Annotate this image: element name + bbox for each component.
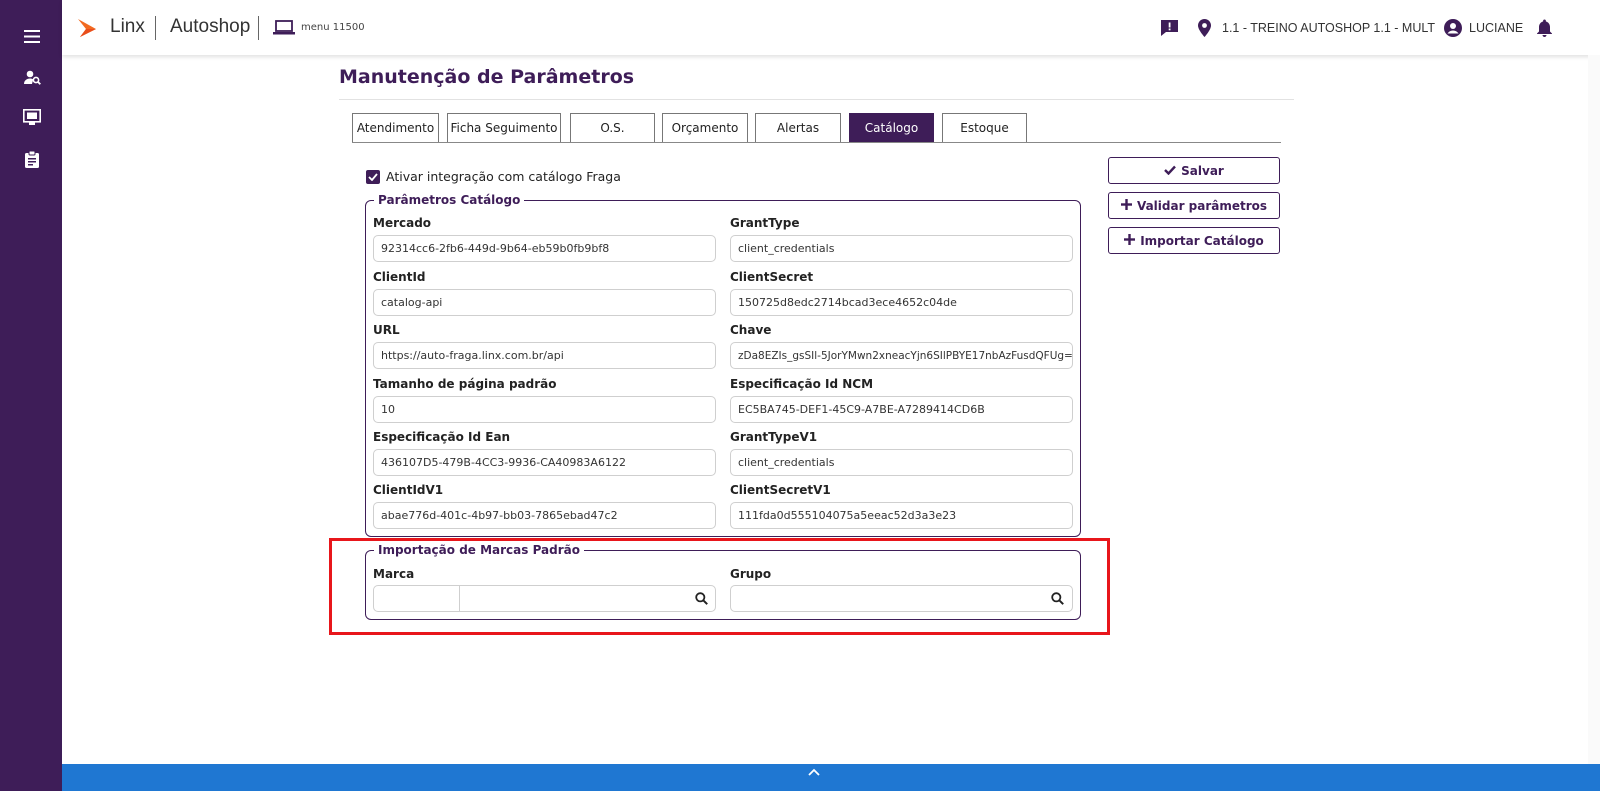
- bell-icon[interactable]: [1537, 0, 1552, 55]
- url-label: URL: [373, 323, 400, 337]
- mercado-input[interactable]: 92314cc6-2fb6-449d-9b64-eb59b0fb9bf8: [373, 235, 716, 262]
- page-size-label: Tamanho de página padrão: [373, 377, 557, 391]
- sidebar: [0, 0, 62, 791]
- clientid-input[interactable]: catalog-api: [373, 289, 716, 316]
- red-highlight-frame: [329, 538, 1110, 635]
- import-catalog-label: Importar Catálogo: [1140, 233, 1264, 248]
- save-button[interactable]: Salvar: [1108, 157, 1280, 184]
- location-selector[interactable]: 1.1 - TREINO AUTOSHOP 1.1 - MULT: [1222, 0, 1435, 55]
- granttypev1-input[interactable]: client_credentials: [730, 449, 1073, 476]
- check-icon: [1164, 163, 1177, 179]
- hamburger-menu-icon[interactable]: [22, 26, 42, 46]
- monitor-icon[interactable]: [22, 107, 42, 127]
- bottom-bar: [62, 764, 1600, 791]
- user-avatar-icon[interactable]: [1444, 0, 1462, 55]
- clientidv1-input[interactable]: abae776d-401c-4b97-bb03-7865ebad47c2: [373, 502, 716, 529]
- vertical-scrollbar[interactable]: [1588, 55, 1600, 765]
- top-bar: Linx Autoshop menu 11500 1.1 - TREINO AU…: [62, 0, 1600, 55]
- granttypev1-label: GrantTypeV1: [730, 430, 818, 444]
- ncm-spec-input[interactable]: EC5BA745-DEF1-45C9-A7BE-A7289414CD6B: [730, 396, 1073, 423]
- params-legend: Parâmetros Catálogo: [378, 193, 521, 207]
- feedback-icon[interactable]: [1160, 0, 1179, 55]
- title-divider: [339, 99, 1294, 100]
- clientsecretv1-input[interactable]: 111fda0d555104075a5eeac52d3a3e23: [730, 502, 1073, 529]
- integration-checkbox-label: Ativar integração com catálogo Fraga: [386, 169, 621, 184]
- validate-parameters-label: Validar parâmetros: [1136, 198, 1268, 213]
- user-name: LUCIANE: [1469, 20, 1524, 35]
- laptop-icon: [273, 20, 295, 39]
- tab-divider: [352, 142, 1281, 143]
- brand-separator: [155, 16, 156, 40]
- plus-icon: [1120, 198, 1132, 214]
- plus-icon: [1124, 233, 1136, 249]
- location-pin-icon: [1198, 0, 1211, 55]
- user-search-icon[interactable]: [22, 67, 42, 87]
- brand-separator: [258, 16, 259, 40]
- save-button-label: Salvar: [1181, 163, 1224, 178]
- integration-checkbox[interactable]: [366, 169, 380, 184]
- page-title: Manutenção de Parâmetros: [339, 66, 635, 88]
- clientidv1-label: ClientIdV1: [373, 483, 444, 497]
- clipboard-icon[interactable]: [22, 149, 42, 169]
- tab-catalogo[interactable]: Catálogo: [849, 113, 934, 143]
- tab-ficha-seguimento[interactable]: Ficha Seguimento: [447, 113, 561, 143]
- granttype-label: GrantType: [730, 216, 800, 230]
- clientid-label: ClientId: [373, 270, 426, 284]
- chevron-up-icon[interactable]: [808, 765, 820, 779]
- chave-label: Chave: [730, 323, 772, 337]
- import-catalog-button[interactable]: Importar Catálogo: [1108, 227, 1280, 254]
- url-input[interactable]: https://auto-fraga.linx.com.br/api: [373, 342, 716, 369]
- validate-parameters-button[interactable]: Validar parâmetros: [1108, 192, 1280, 219]
- ean-spec-input[interactable]: 436107D5-479B-4CC3-9936-CA40983A6122: [373, 449, 716, 476]
- integration-checkbox-row[interactable]: Ativar integração com catálogo Fraga: [366, 169, 621, 184]
- brand-autoshop: Autoshop: [170, 16, 251, 37]
- brand-linx: Linx: [110, 16, 145, 37]
- location-text: 1.1 - TREINO AUTOSHOP 1.1 - MULT: [1222, 20, 1436, 35]
- tab-estoque[interactable]: Estoque: [942, 113, 1027, 143]
- linx-logo-icon: [76, 17, 98, 43]
- clientsecret-label: ClientSecret: [730, 270, 814, 284]
- clientsecret-input[interactable]: 150725d8edc2714bcad3ece4652c04de: [730, 289, 1073, 316]
- menu-code: menu 11500: [301, 22, 365, 33]
- ncm-spec-label: Especificação Id NCM: [730, 377, 874, 391]
- tab-alertas[interactable]: Alertas: [755, 113, 841, 143]
- chave-input[interactable]: zDa8EZIs_gsSIl-5JorYMwn2xneacYjn6SIlPBYE…: [730, 342, 1073, 369]
- ean-spec-label: Especificação Id Ean: [373, 430, 511, 444]
- clientsecretv1-label: ClientSecretV1: [730, 483, 831, 497]
- mercado-label: Mercado: [373, 216, 432, 230]
- page-size-input[interactable]: 10: [373, 396, 716, 423]
- tab-orcamento[interactable]: Orçamento: [662, 113, 748, 143]
- granttype-input[interactable]: client_credentials: [730, 235, 1073, 262]
- user-menu[interactable]: LUCIANE: [1469, 0, 1523, 55]
- tab-os[interactable]: O.S.: [570, 113, 655, 143]
- tab-atendimento[interactable]: Atendimento: [352, 113, 439, 143]
